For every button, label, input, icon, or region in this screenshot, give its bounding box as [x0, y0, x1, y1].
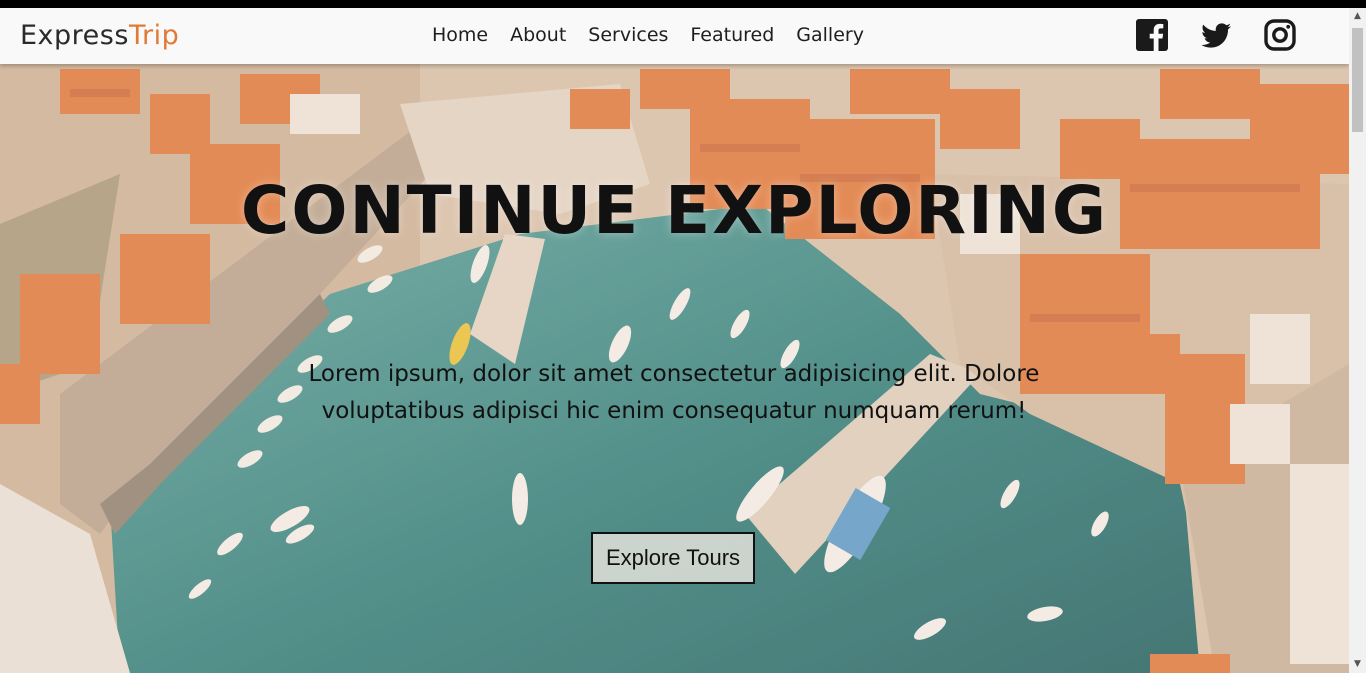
nav-link-about[interactable]: About [510, 24, 566, 46]
logo-text-express: Express [20, 20, 129, 51]
nav-link-home[interactable]: Home [432, 24, 488, 46]
hero-description: Lorem ipsum, dolor sit amet consectetur … [308, 361, 1040, 424]
vertical-scrollbar[interactable]: ▲ ▼ [1349, 8, 1366, 673]
explore-tours-button[interactable]: Explore Tours [591, 532, 755, 584]
scroll-thumb[interactable] [1352, 28, 1363, 132]
instagram-icon[interactable] [1263, 18, 1297, 52]
hero-section: CONTINUE EXPLORING Lorem ipsum, dolor si… [0, 64, 1349, 673]
nav-link-services[interactable]: Services [588, 24, 668, 46]
nav-link-featured[interactable]: Featured [690, 24, 774, 46]
nav-link-gallery[interactable]: Gallery [796, 24, 864, 46]
scroll-down-arrow-icon[interactable]: ▼ [1349, 656, 1366, 673]
scroll-up-arrow-icon[interactable]: ▲ [1349, 8, 1366, 25]
logo-text-trip: Trip [128, 20, 180, 51]
twitter-icon[interactable] [1199, 18, 1233, 52]
logo[interactable]: ExpressTrip [20, 20, 179, 51]
facebook-icon[interactable] [1135, 18, 1169, 52]
main-menu: Home About Services Featured Gallery [432, 24, 864, 46]
navbar: ExpressTrip Home About Services Featured… [0, 8, 1349, 64]
hero-title: CONTINUE EXPLORING [240, 172, 1109, 249]
browser-top-edge [0, 0, 1366, 8]
page: ExpressTrip Home About Services Featured… [0, 8, 1349, 673]
